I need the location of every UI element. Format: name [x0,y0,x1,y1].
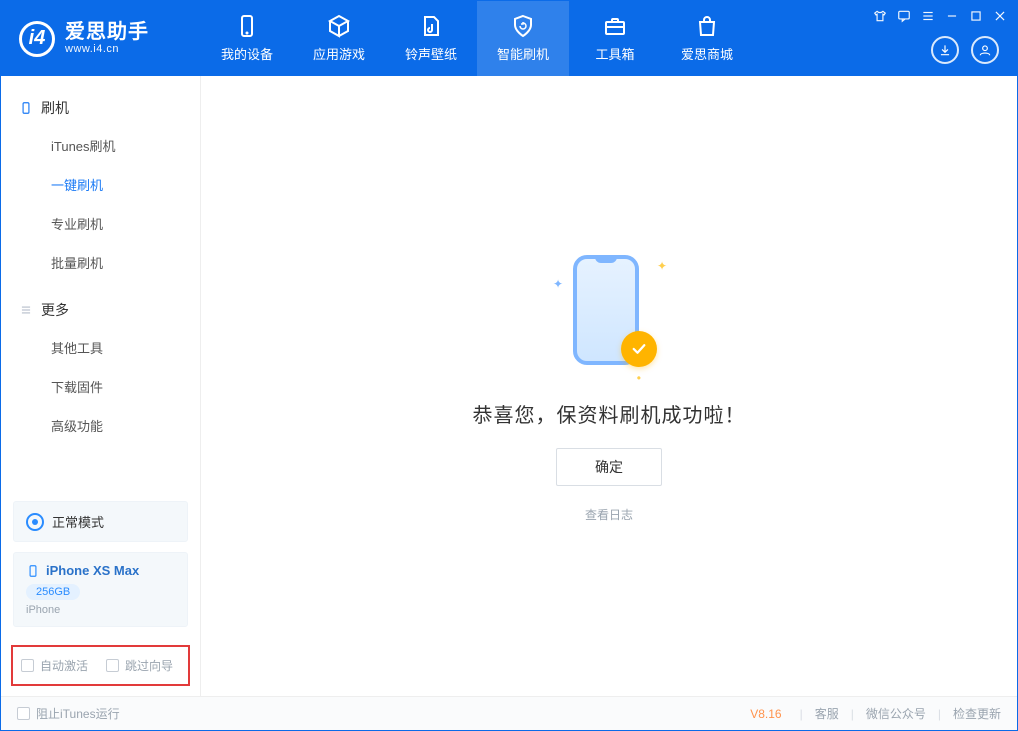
checkbox-box-icon [17,707,30,720]
nav-apps-games[interactable]: 应用游戏 [293,1,385,76]
sidebar-item-other-tools[interactable]: 其他工具 [1,328,200,367]
feedback-icon[interactable] [897,9,911,23]
main-nav: 我的设备 应用游戏 铃声壁纸 智能刷机 工具箱 爱思商城 [201,1,753,76]
music-file-icon [419,14,443,38]
sidebar-item-advanced[interactable]: 高级功能 [1,406,200,445]
main-content: ✦ ✦ • 恭喜您，保资料刷机成功啦！ 确定 查看日志 [201,76,1017,696]
sidebar: 刷机 iTunes刷机 一键刷机 专业刷机 批量刷机 更多 [1,76,201,696]
download-button[interactable] [931,36,959,64]
checkbox-skip-guide[interactable]: 跳过向导 [106,657,173,674]
sidebar-title: 刷机 [41,98,69,118]
success-message: 恭喜您，保资料刷机成功啦！ [473,399,746,428]
account-button[interactable] [971,36,999,64]
sidebar-title: 更多 [41,300,69,320]
device-type: iPhone [26,604,175,616]
app-title: 爱思助手 [65,21,149,43]
checkbox-block-itunes[interactable]: 阻止iTunes运行 [17,705,120,722]
device-phone-icon [26,564,40,578]
maximize-icon[interactable] [969,9,983,23]
sidebar-section-more: 更多 其他工具 下载固件 高级功能 [1,292,200,445]
menu-icon[interactable] [921,9,935,23]
minimize-icon[interactable] [945,9,959,23]
device-capacity: 256GB [26,584,80,600]
list-icon [19,303,33,317]
nav-smart-flash[interactable]: 智能刷机 [477,1,569,76]
options-highlight-box: 自动激活 跳过向导 [11,645,190,686]
sidebar-item-itunes-flash[interactable]: iTunes刷机 [1,126,200,165]
header-actions [931,36,999,64]
checkbox-label: 自动激活 [40,657,88,674]
close-icon[interactable] [993,9,1007,23]
checkbox-auto-activate[interactable]: 自动激活 [21,657,88,674]
nav-label: 铃声壁纸 [405,44,457,63]
separator: | [800,707,803,721]
mode-label: 正常模式 [52,512,104,531]
bag-icon [695,14,719,38]
checkbox-label: 阻止iTunes运行 [36,705,120,722]
sidebar-section-flash: 刷机 iTunes刷机 一键刷机 专业刷机 批量刷机 [1,90,200,282]
sidebar-item-download-firmware[interactable]: 下载固件 [1,367,200,406]
device-area: 正常模式 iPhone XS Max 256GB iPhone [1,501,200,639]
sparkle-icon: • [637,371,641,385]
mode-box[interactable]: 正常模式 [13,501,188,542]
success-illustration: ✦ ✦ • [549,249,669,379]
body: 刷机 iTunes刷机 一键刷机 专业刷机 批量刷机 更多 [1,76,1017,696]
logo-area: i4 爱思助手 www.i4.cn [1,1,201,76]
app-subtitle: www.i4.cn [65,43,149,55]
shield-refresh-icon [511,14,535,38]
app-window: i4 爱思助手 www.i4.cn 我的设备 应用游戏 铃声壁纸 智能刷机 [0,0,1018,731]
checkbox-box-icon [106,659,119,672]
nav-label: 应用游戏 [313,44,365,63]
nav-ringtone-wallpaper[interactable]: 铃声壁纸 [385,1,477,76]
footer-link-support[interactable]: 客服 [815,705,839,722]
header: i4 爱思助手 www.i4.cn 我的设备 应用游戏 铃声壁纸 智能刷机 [1,1,1017,76]
footer-link-check-update[interactable]: 检查更新 [953,705,1001,722]
nav-label: 智能刷机 [497,44,549,63]
phone-notch-icon [595,255,617,263]
nav-store[interactable]: 爱思商城 [661,1,753,76]
nav-my-device[interactable]: 我的设备 [201,1,293,76]
sidebar-item-oneclick-flash[interactable]: 一键刷机 [1,165,200,204]
sidebar-head-flash: 刷机 [1,90,200,126]
device-name-row: iPhone XS Max [26,563,175,578]
footer: 阻止iTunes运行 V8.16 | 客服 | 微信公众号 | 检查更新 [1,696,1017,730]
sidebar-head-more: 更多 [1,292,200,328]
logo-text: 爱思助手 www.i4.cn [65,21,149,55]
logo-icon: i4 [19,21,55,57]
cube-icon [327,14,351,38]
nav-toolbox[interactable]: 工具箱 [569,1,661,76]
sparkle-icon: ✦ [553,277,563,291]
sparkle-icon: ✦ [657,259,667,273]
nav-label: 爱思商城 [681,44,733,63]
version-label: V8.16 [750,707,781,721]
sidebar-scroll: 刷机 iTunes刷机 一键刷机 专业刷机 批量刷机 更多 [1,76,200,501]
sidebar-item-pro-flash[interactable]: 专业刷机 [1,204,200,243]
device-box[interactable]: iPhone XS Max 256GB iPhone [13,552,188,627]
toolbox-icon [603,14,627,38]
nav-label: 我的设备 [221,44,273,63]
phone-icon [235,14,259,38]
download-icon [938,43,952,57]
phone-small-icon [19,101,33,115]
titlebar-controls [873,9,1007,23]
view-log-link[interactable]: 查看日志 [585,506,633,523]
nav-label: 工具箱 [595,44,634,63]
check-badge-icon [621,331,657,367]
sidebar-item-batch-flash[interactable]: 批量刷机 [1,243,200,282]
separator: | [938,707,941,721]
footer-link-wechat[interactable]: 微信公众号 [866,705,926,722]
footer-right: V8.16 | 客服 | 微信公众号 | 检查更新 [750,705,1001,722]
checkbox-box-icon [21,659,34,672]
checkbox-label: 跳过向导 [125,657,173,674]
separator: | [851,707,854,721]
device-name: iPhone XS Max [46,563,139,578]
tshirt-icon[interactable] [873,9,887,23]
mode-status-icon [26,513,44,531]
ok-button[interactable]: 确定 [556,448,662,486]
user-icon [978,43,992,57]
